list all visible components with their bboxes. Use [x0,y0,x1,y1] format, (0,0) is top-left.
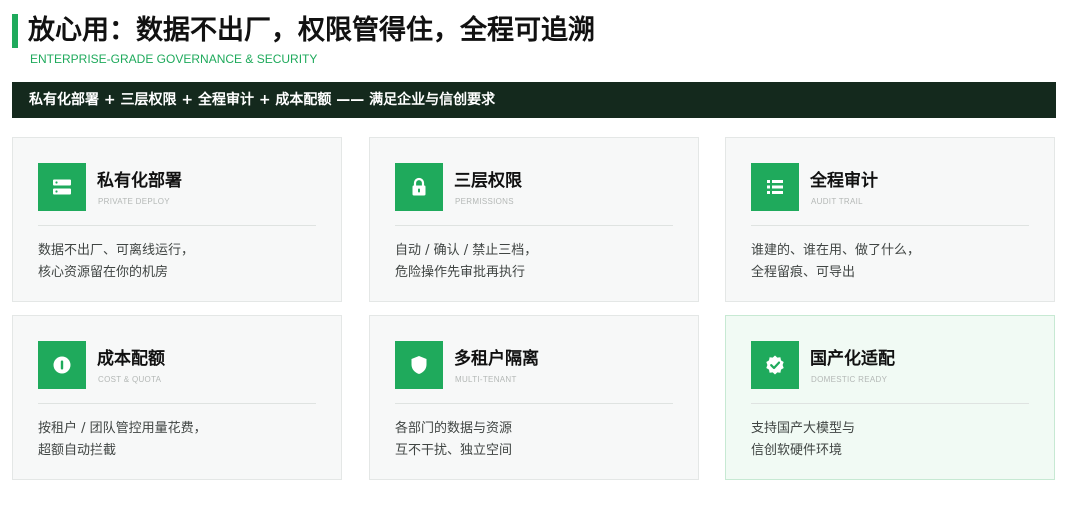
card-description: 自动 / 确认 / 禁止三档， 危险操作先审批再执行 [395,240,685,284]
card-title: 私有化部署 [97,171,182,191]
title-accent-bar [12,14,18,48]
card-description: 数据不出厂、可离线运行， 核心资源留在你的机房 [38,240,328,284]
page-header: 放心用：数据不出厂，权限管得住，全程可追溯 ENTERPRISE-GRADE G… [12,12,1062,68]
card-description: 按租户 / 团队管控用量花费， 超额自动拦截 [38,418,328,462]
card-subtitle: DOMESTIC READY [811,375,888,384]
description-line: 核心资源留在你的机房 [38,265,169,280]
description-line: 超额自动拦截 [38,443,117,458]
card-title: 全程审计 [810,171,878,191]
card-title: 三层权限 [454,171,522,191]
description-line: 全程留痕、可导出 [751,265,856,280]
card-divider [38,403,316,404]
page-title: 放心用：数据不出厂，权限管得住，全程可追溯 [28,15,595,46]
quota-icon [38,341,86,389]
card-description: 支持国产大模型与 信创软硬件环境 [751,418,1041,462]
card-subtitle: MULTI-TENANT [455,375,517,384]
description-line: 谁建的、谁在用、做了什么， [751,243,921,258]
card-subtitle: AUDIT TRAIL [811,197,863,206]
check-badge-icon [751,341,799,389]
feature-card-domestic-ready: 国产化适配 DOMESTIC READY 支持国产大模型与 信创软硬件环境 [725,315,1055,480]
description-line: 支持国产大模型与 [751,421,856,436]
server-icon [38,163,86,211]
feature-card-private-deploy: 私有化部署 PRIVATE DEPLOY 数据不出厂、可离线运行， 核心资源留在… [12,137,342,302]
card-description: 各部门的数据与资源 互不干扰、独立空间 [395,418,685,462]
feature-card-permissions: 三层权限 PERMISSIONS 自动 / 确认 / 禁止三档， 危险操作先审批… [369,137,699,302]
card-title: 国产化适配 [810,349,895,369]
card-subtitle: PERMISSIONS [455,197,514,206]
description-line: 危险操作先审批再执行 [395,265,526,280]
card-title: 多租户隔离 [454,349,539,369]
card-divider [751,403,1029,404]
description-line: 数据不出厂、可离线运行， [38,243,195,258]
card-divider [38,225,316,226]
card-divider [395,225,673,226]
description-line: 各部门的数据与资源 [395,421,513,436]
card-subtitle: PRIVATE DEPLOY [98,197,170,206]
feature-card-multi-tenant: 多租户隔离 MULTI-TENANT 各部门的数据与资源 互不干扰、独立空间 [369,315,699,480]
list-icon [751,163,799,211]
feature-card-audit-trail: 全程审计 AUDIT TRAIL 谁建的、谁在用、做了什么， 全程留痕、可导出 [725,137,1055,302]
lock-icon [395,163,443,211]
description-line: 互不干扰、独立空间 [395,443,513,458]
description-line: 按租户 / 团队管控用量花费， [38,421,207,436]
shield-icon [395,341,443,389]
card-divider [395,403,673,404]
card-subtitle: COST & QUOTA [98,375,162,384]
card-divider [751,225,1029,226]
description-line: 自动 / 确认 / 禁止三档， [395,243,538,258]
description-line: 信创软硬件环境 [751,443,843,458]
card-description: 谁建的、谁在用、做了什么， 全程留痕、可导出 [751,240,1041,284]
card-title: 成本配额 [97,349,165,369]
summary-banner: 私有化部署 + 三层权限 + 全程审计 + 成本配额 —— 满足企业与信创要求 [12,82,1056,118]
feature-card-cost-quota: 成本配额 COST & QUOTA 按租户 / 团队管控用量花费， 超额自动拦截 [12,315,342,480]
page-subtitle: ENTERPRISE-GRADE GOVERNANCE & SECURITY [30,52,318,66]
